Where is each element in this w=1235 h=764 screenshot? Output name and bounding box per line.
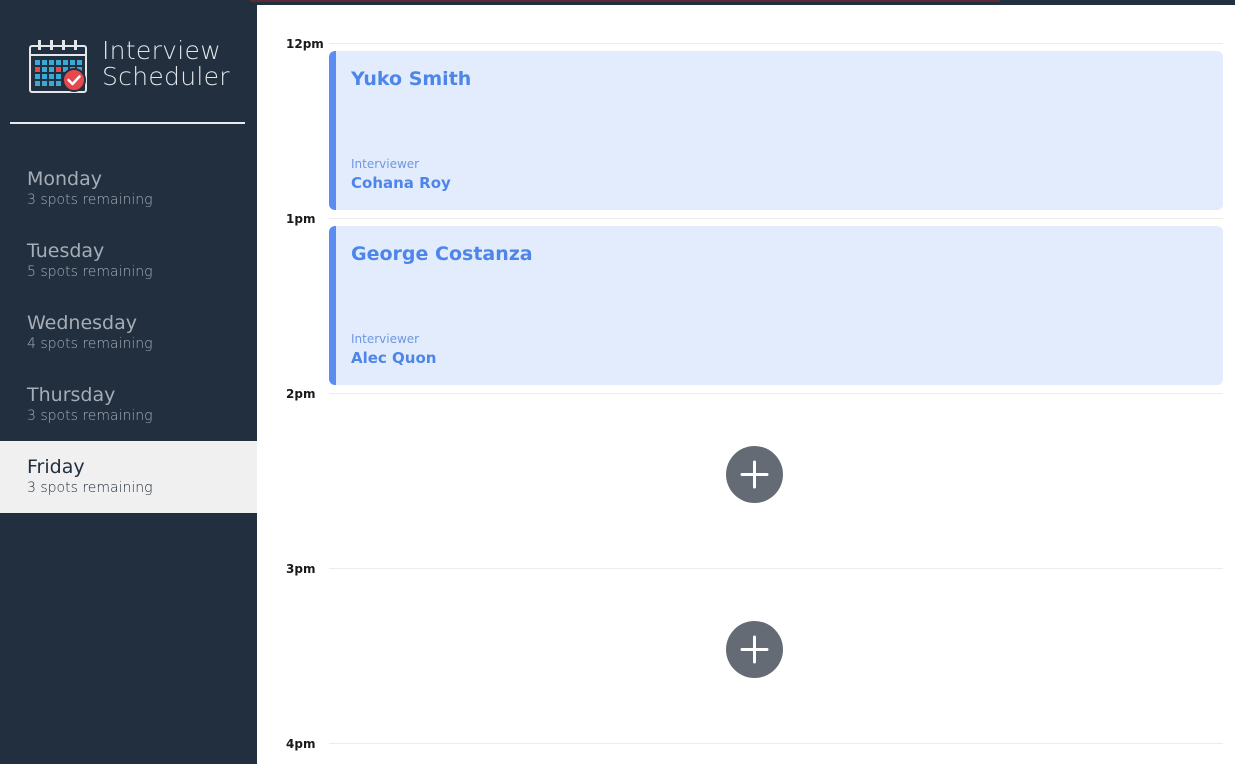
day-spots: 3 spots remaining — [27, 192, 153, 208]
day-name: Wednesday — [27, 312, 138, 334]
day-spots: 4 spots remaining — [27, 336, 153, 352]
day-item-wednesday[interactable]: Wednesday 4 spots remaining — [0, 297, 257, 369]
day-name: Thursday — [27, 384, 116, 406]
slot-separator — [329, 218, 1223, 219]
appointment-card[interactable]: George Costanza Interviewer Alec Quon — [329, 226, 1223, 385]
slot-time: 12pm — [286, 37, 324, 51]
interviewer-label: Interviewer — [351, 157, 420, 171]
day-item-thursday[interactable]: Thursday 3 spots remaining — [0, 369, 257, 441]
app-title-line1: Interview — [102, 36, 221, 65]
student-name: George Costanza — [351, 243, 533, 265]
add-appointment-button[interactable] — [726, 621, 783, 678]
interviewer-label: Interviewer — [351, 332, 420, 346]
day-spots: 5 spots remaining — [27, 264, 153, 280]
time-slot-1pm: 1pm George Costanza Interviewer Alec Quo… — [257, 211, 1235, 386]
time-slot-4pm: 4pm — [257, 736, 1235, 764]
day-spots: 3 spots remaining — [27, 480, 153, 496]
slot-time: 1pm — [286, 212, 316, 226]
interviewer-name: Cohana Roy — [351, 174, 451, 192]
day-spots: 3 spots remaining — [27, 408, 153, 424]
slot-time: 2pm — [286, 387, 316, 401]
plus-icon — [740, 460, 769, 489]
slot-time: 4pm — [286, 737, 316, 751]
slot-separator — [329, 393, 1223, 394]
sidebar-divider — [10, 122, 245, 124]
time-slot-3pm: 3pm — [257, 561, 1235, 736]
sidebar: Interview Scheduler Monday 3 spots remai… — [0, 5, 257, 764]
day-name: Monday — [27, 168, 103, 190]
interviewer-name: Alec Quon — [351, 349, 437, 367]
app-title: Interview Scheduler — [102, 38, 230, 90]
day-item-friday[interactable]: Friday 3 spots remaining — [0, 441, 257, 513]
time-slot-2pm: 2pm — [257, 386, 1235, 561]
time-slot-12pm: 12pm Yuko Smith Interviewer Cohana Roy — [257, 36, 1235, 211]
day-name: Tuesday — [27, 240, 105, 262]
slot-separator — [329, 43, 1223, 44]
top-accent-line — [250, 0, 1000, 2]
slot-separator — [329, 743, 1223, 744]
add-appointment-button[interactable] — [726, 446, 783, 503]
app-title-line2: Scheduler — [102, 62, 230, 91]
appointment-card[interactable]: Yuko Smith Interviewer Cohana Roy — [329, 51, 1223, 210]
plus-icon — [740, 635, 769, 664]
day-list: Monday 3 spots remaining Tuesday 5 spots… — [0, 153, 257, 513]
day-name: Friday — [27, 456, 85, 478]
schedule-panel: 12pm Yuko Smith Interviewer Cohana Roy 1… — [257, 5, 1235, 764]
day-item-tuesday[interactable]: Tuesday 5 spots remaining — [0, 225, 257, 297]
day-item-monday[interactable]: Monday 3 spots remaining — [0, 153, 257, 225]
student-name: Yuko Smith — [351, 68, 472, 90]
slot-separator — [329, 568, 1223, 569]
slot-time: 3pm — [286, 562, 316, 576]
calendar-check-icon — [29, 40, 87, 93]
